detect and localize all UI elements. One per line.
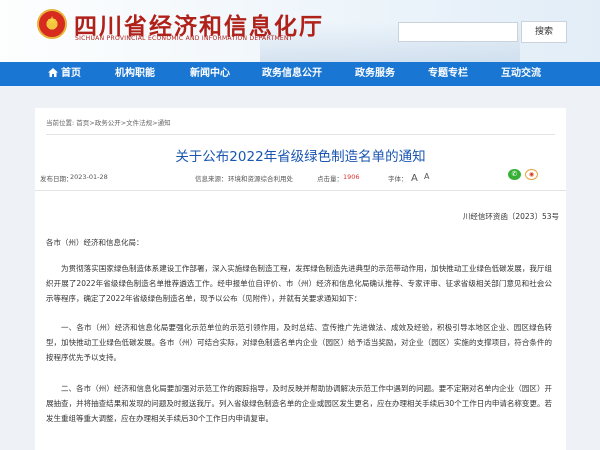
weibo-share-icon[interactable]: ◉	[525, 169, 538, 180]
search-input[interactable]	[398, 22, 518, 42]
article-panel: 当前位置: 首页>政务公开>文件法规>通知 关于公布2022年省级绿色制造名单的…	[35, 108, 566, 450]
paragraph: 为贯彻落实国家绿色制造体系建设工作部署，深入实施绿色制造工程，发挥绿色制造先进典…	[46, 264, 552, 304]
document-meta: 发布日期： 2023-01-28 信息来源： 环境和资源综合利用处 点击量： 1…	[35, 168, 566, 186]
clicks-label: 点击量：	[317, 175, 343, 183]
nav-item-topics[interactable]: 专题专栏	[428, 62, 468, 86]
divider	[35, 190, 566, 191]
font-large-button[interactable]: A	[411, 173, 418, 184]
nav-item-home[interactable]: 首页	[48, 62, 81, 86]
nav-item-interaction[interactable]: 互动交流	[501, 62, 541, 86]
site-header: ★ 四川省经济和信息化厅 SICHUAN PROVINCIAL ECONOMIC…	[0, 0, 600, 62]
nav-item-about[interactable]: 机构职能	[115, 62, 155, 86]
site-subtitle: SICHUAN PROVINCIAL ECONOMIC AND INFORMAT…	[75, 35, 293, 42]
national-emblem-icon: ★	[37, 9, 67, 39]
breadcrumb[interactable]: 当前位置: 首页>政务公开>文件法规>通知	[46, 117, 171, 127]
font-small-button[interactable]: A	[424, 172, 429, 181]
source-value: 环境和资源综合利用处	[228, 175, 293, 183]
addressee: 各市（州）经济和信息化局：	[46, 238, 144, 247]
paragraph: 二、各市（州）经济和信息化局要加强对示范工作的跟踪指导，及时反映并帮助协调解决示…	[46, 384, 552, 424]
main-nav: 首页 机构职能 新闻中心 政务信息公开 政务服务 专题专栏 互动交流	[0, 62, 600, 86]
divider	[46, 134, 555, 135]
click-count: 1906	[343, 173, 360, 181]
home-icon	[48, 68, 58, 77]
nav-item-news[interactable]: 新闻中心	[190, 62, 230, 86]
document-title: 关于公布2022年省级绿色制造名单的通知	[175, 149, 426, 165]
font-size-label: 字体：	[388, 175, 408, 183]
paragraph: 一、各市（州）经济和信息化局要强化示范单位的示范引领作用，及时总结、宣传推广先进…	[46, 323, 552, 363]
publish-label: 发布日期：	[40, 175, 73, 183]
nav-item-services[interactable]: 政务服务	[355, 62, 395, 86]
nav-item-public-info[interactable]: 政务信息公开	[262, 62, 322, 86]
wechat-share-icon[interactable]: ✆	[508, 169, 521, 180]
document-number: 川经信环资函〔2023〕53号	[462, 212, 559, 221]
search-button[interactable]: 搜索	[521, 21, 567, 43]
source-label: 信息来源：	[195, 175, 228, 183]
nav-item-label: 首页	[61, 68, 81, 79]
publish-date: 2023-01-28	[70, 173, 108, 181]
